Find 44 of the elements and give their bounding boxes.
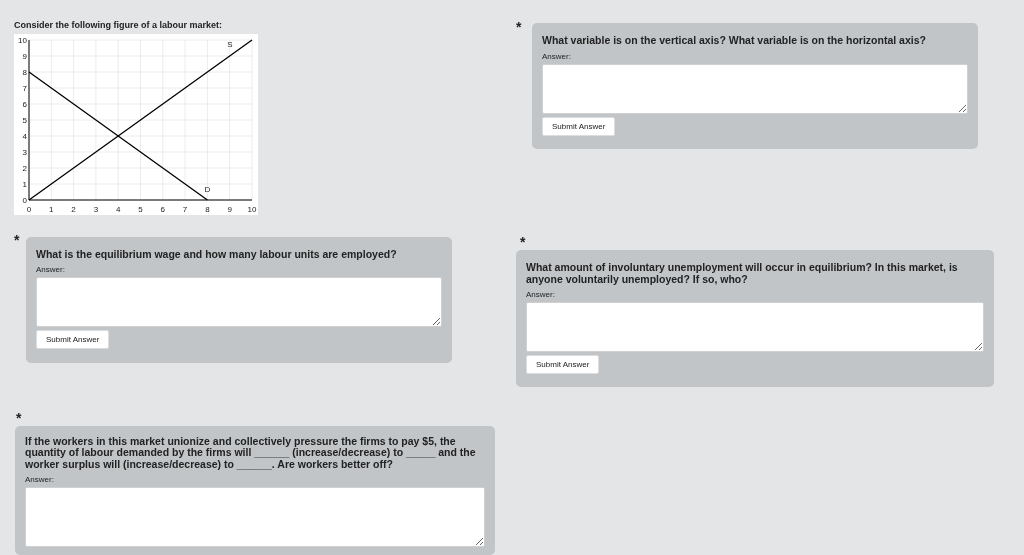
answer-label: Answer: bbox=[36, 265, 65, 274]
answer-field[interactable] bbox=[25, 487, 485, 547]
axis-tick-label: 4 bbox=[22, 131, 27, 141]
axis-tick-label: 5 bbox=[22, 115, 27, 125]
axis-tick-label: 3 bbox=[22, 147, 27, 157]
axis-tick-label: 9 bbox=[22, 51, 27, 61]
axis-tick-label: 6 bbox=[160, 204, 166, 214]
axis-tick-label: 10 bbox=[247, 204, 257, 214]
axis-tick-label: 7 bbox=[182, 204, 188, 214]
axis-tick-label: 6 bbox=[22, 99, 27, 109]
axis-tick-label: 9 bbox=[227, 204, 232, 214]
axis-tick-label: 4 bbox=[115, 204, 121, 214]
axis-tick-label: 3 bbox=[93, 204, 99, 214]
axis-tick-label: 8 bbox=[22, 67, 27, 77]
curve-label: S bbox=[227, 39, 233, 49]
axis-tick-label: 7 bbox=[22, 83, 27, 93]
axis-tick-label: 1 bbox=[22, 179, 27, 189]
submit-button[interactable]: Submit Answer bbox=[542, 116, 616, 136]
answer-label: Answer: bbox=[25, 475, 54, 484]
axis-tick-label: 1 bbox=[49, 204, 54, 214]
question-text: What amount of involuntary unemployment will occur in equilibrium? In this market, is anyone voluntarily unemployed? If so, who? bbox=[526, 262, 959, 285]
submit-button[interactable]: Submit Answer bbox=[36, 330, 110, 349]
required-marker: * bbox=[520, 237, 526, 247]
answer-field[interactable] bbox=[526, 302, 984, 352]
question-text: What is the equilibrium wage and how many labour units are employed? bbox=[36, 248, 397, 260]
answer-label: Answer: bbox=[542, 51, 571, 61]
answer-field[interactable] bbox=[542, 63, 968, 114]
curve-label: D bbox=[204, 184, 211, 194]
question-text: If the workers in this market unionize and collectively pressure the firms to pay $5, the quantity of labour demanded by the firms will ______ (increase/decrease) to _____ and the worker surplus will (increase/decrease) to ______. Are workers better off? bbox=[25, 435, 477, 470]
answer-label: Answer: bbox=[526, 290, 555, 299]
axis-tick-label: 0 bbox=[26, 204, 32, 214]
axis-tick-label: 2 bbox=[71, 204, 76, 214]
required-marker: * bbox=[16, 412, 22, 423]
axis-tick-label: 5 bbox=[138, 204, 143, 214]
axis-tick-label: 8 bbox=[205, 204, 210, 214]
axis-tick-label: 0 bbox=[22, 195, 27, 205]
required-marker: * bbox=[14, 234, 20, 245]
submit-button[interactable]: Submit Answer bbox=[526, 355, 600, 374]
question-text: What variable is on the vertical axis? What variable is on the horizontal axis? bbox=[542, 35, 926, 47]
intro-text: Consider the following figure of a labour market: bbox=[14, 20, 223, 32]
axis-tick-label: 2 bbox=[22, 163, 27, 173]
axis-tick-label: 10 bbox=[18, 35, 27, 45]
answer-field[interactable] bbox=[36, 277, 442, 327]
required-marker: * bbox=[516, 22, 522, 32]
